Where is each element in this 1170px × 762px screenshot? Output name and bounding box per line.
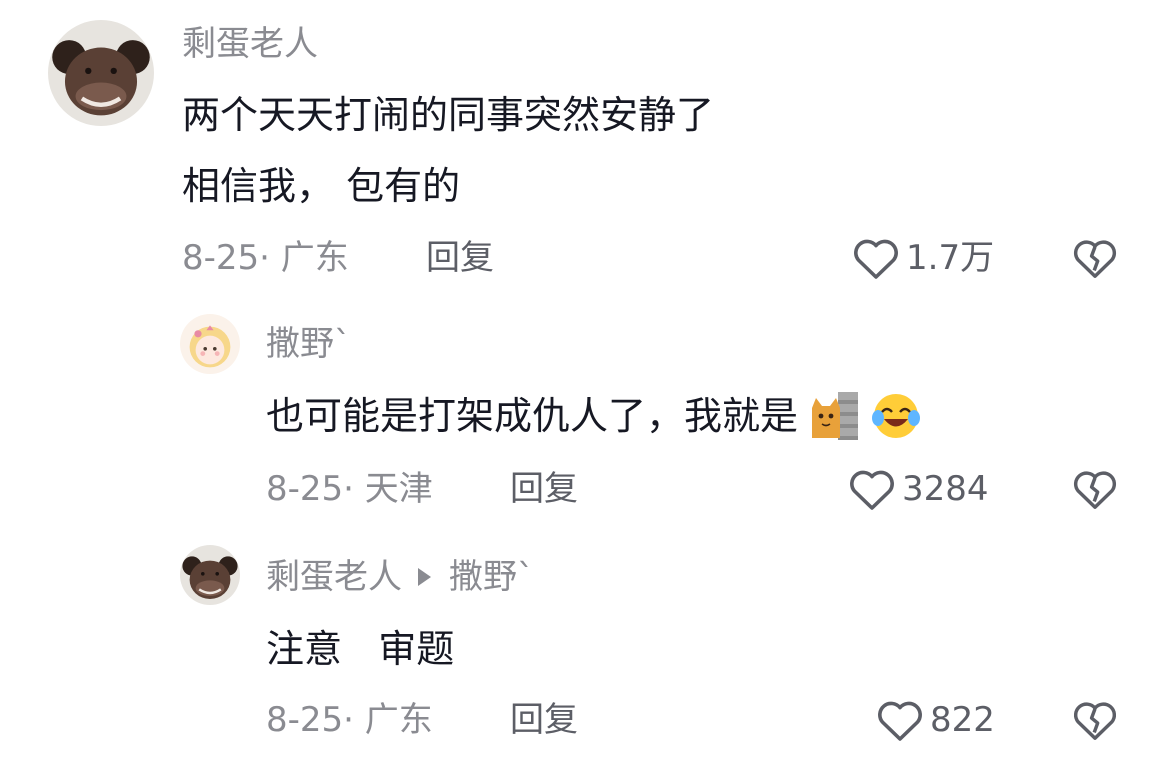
heart-outline-icon (854, 239, 898, 279)
reply-button[interactable]: 回复 (510, 703, 578, 737)
hippo-avatar-icon (180, 545, 240, 605)
comment-username[interactable]: 剩蛋老人 (182, 27, 318, 61)
comment-username[interactable]: 剩蛋老人 (266, 560, 402, 594)
broken-heart-icon (1073, 471, 1117, 509)
comment-text-line-1: 两个天天打闹的同事突然安静了 (182, 93, 715, 137)
avatar[interactable] (180, 314, 240, 374)
comment-text-line-2: 相信我， 包有的 (182, 164, 461, 208)
heart-outline-icon (850, 470, 894, 510)
comment-text-content: 注意 审题 (266, 627, 455, 671)
like-button[interactable]: 1.7万 (852, 236, 994, 280)
cartoon-girl-avatar-icon (180, 314, 240, 374)
avatar[interactable] (180, 545, 240, 605)
broken-heart-icon (1073, 702, 1117, 740)
comment-text: 注意 审题 (266, 630, 454, 668)
like-count: 3284 (902, 469, 989, 509)
dislike-button[interactable] (1072, 236, 1118, 284)
comment-date-location: 8-25· 广东 (266, 700, 433, 740)
like-count: 1.7万 (906, 238, 995, 278)
like-button[interactable]: 3284 (848, 467, 989, 511)
broken-heart-icon (1073, 240, 1117, 278)
reply-to-username[interactable]: 撒野` (449, 560, 534, 594)
comment-username[interactable]: 撒野` (266, 327, 351, 361)
heart-outline-icon (878, 701, 922, 741)
hippo-avatar-icon (48, 20, 154, 126)
dislike-button[interactable] (1072, 698, 1118, 746)
like-count: 822 (930, 700, 995, 740)
reply-button[interactable]: 回复 (510, 472, 578, 506)
peeking-cat-wall-emoji (808, 390, 860, 442)
comment-text: 也可能是打架成仇人了，我就是 (266, 390, 922, 442)
avatar[interactable] (48, 20, 154, 126)
comment-date-location: 8-25· 天津 (266, 469, 433, 509)
comment-date-location: 8-25· 广东 (182, 238, 349, 278)
crying-laughing-emoji (870, 390, 922, 442)
reply-arrow-icon (418, 568, 431, 586)
reply-header: 剩蛋老人 撒野` (266, 560, 534, 594)
reply-button[interactable]: 回复 (426, 241, 494, 275)
comment-text-content: 也可能是打架成仇人了，我就是 (266, 394, 799, 438)
like-button[interactable]: 822 (876, 698, 995, 742)
dislike-button[interactable] (1072, 467, 1118, 515)
